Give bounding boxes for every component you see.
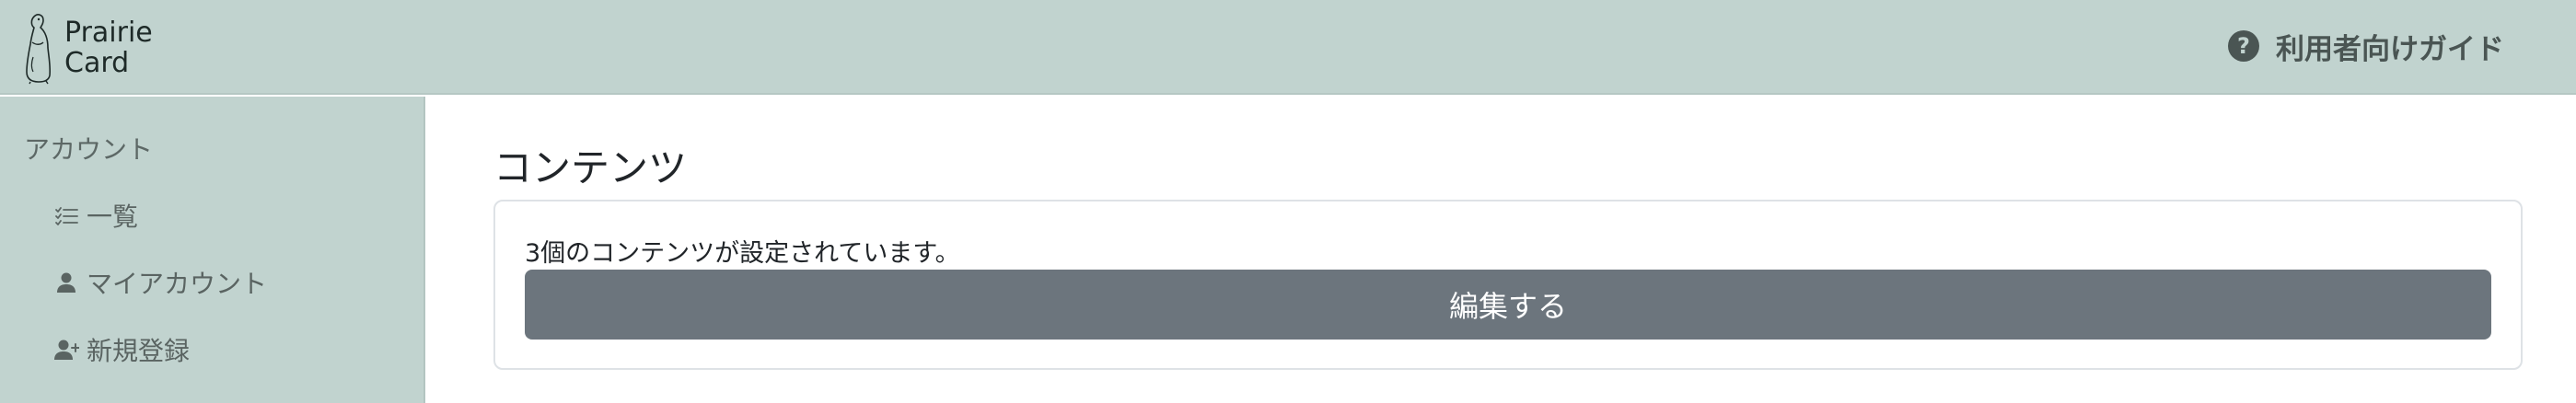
sidebar-item-label: 一覧 bbox=[87, 202, 139, 232]
sidebar-item-new-registration[interactable]: 新規登録 bbox=[53, 329, 190, 370]
prairie-dog-logo-icon bbox=[26, 14, 52, 85]
contents-card: 3個のコンテンツが設定されています。 編集する bbox=[493, 200, 2523, 370]
question-circle-icon: ? bbox=[2228, 30, 2259, 62]
page-title: コンテンツ bbox=[493, 145, 688, 190]
main-content: コンテンツ 3個のコンテンツが設定されています。 編集する bbox=[427, 97, 2576, 403]
sidebar: アカウント 一覧 マイアカウント 新規登録 bbox=[0, 97, 425, 403]
contents-count-text: 3個のコンテンツが設定されています。 bbox=[525, 239, 960, 268]
user-guide-label: 利用者向けガイド bbox=[2276, 32, 2504, 66]
sidebar-item-my-account[interactable]: マイアカウント bbox=[53, 262, 267, 303]
list-check-icon bbox=[55, 207, 78, 225]
person-icon bbox=[57, 272, 75, 293]
sidebar-heading-account: アカウント bbox=[24, 134, 154, 165]
person-plus-icon bbox=[54, 340, 79, 360]
user-guide-link[interactable]: ? 利用者向けガイド bbox=[2228, 26, 2504, 66]
edit-button[interactable]: 編集する bbox=[525, 270, 2491, 340]
sidebar-item-label: マイアカウント bbox=[87, 269, 268, 299]
sidebar-item-label: 新規登録 bbox=[87, 336, 191, 366]
brand-link[interactable]: Prairie Card bbox=[20, 11, 175, 85]
brand-name: Prairie Card bbox=[64, 17, 153, 79]
top-navbar: Prairie Card ? 利用者向けガイド bbox=[0, 0, 2576, 95]
sidebar-item-list[interactable]: 一覧 bbox=[53, 195, 138, 236]
